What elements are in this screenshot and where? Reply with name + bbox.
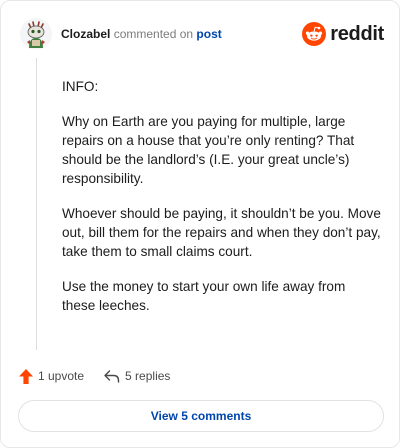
upvote-count: 1 upvote [38,369,85,383]
thread-line[interactable] [36,58,37,350]
view-comments-button[interactable]: View 5 comments [18,400,384,432]
username-link[interactable]: Clozabel [61,27,110,41]
reddit-brand[interactable]: reddit [302,22,384,46]
comment-paragraph: Whoever should be paying, it shouldn’t b… [62,206,381,259]
upvote-arrow-icon [19,368,33,384]
comment-header: Clozabel commented on post reddit [20,18,384,50]
action-text: commented on [113,27,194,41]
comment-paragraph: Why on Earth are you paying for multiple… [62,114,355,186]
reddit-wordmark: reddit [330,22,384,45]
snoo-avatar-icon [20,18,52,50]
user-avatar[interactable] [20,18,52,50]
comment-body: INFO: Why on Earth are you paying for mu… [62,77,382,331]
comment-paragraph: INFO: [62,79,99,94]
comment-meta: Clozabel commented on post [61,27,222,41]
replies-count: 5 replies [125,369,171,383]
replies-button[interactable]: 5 replies [103,368,170,384]
reddit-logo-icon [302,22,327,46]
comment-paragraph: Use the money to start your own life awa… [62,279,346,313]
comment-embed-card: Clozabel commented on post reddit INFO: … [0,0,400,448]
reply-arrow-icon [104,370,120,383]
post-link[interactable]: post [196,27,221,41]
upvote-button[interactable]: 1 upvote [18,368,84,385]
comment-actions: 1 upvote 5 replies [18,366,170,386]
